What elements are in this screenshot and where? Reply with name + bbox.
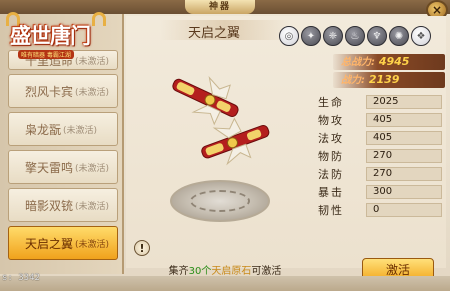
game-window: 神器 × 千里追命 (未激活) 烈风卡宾 (未激活) 枭龙翫 (未激活) 擎天雷…	[0, 0, 450, 291]
total-power: 总战力: 4945	[333, 54, 445, 70]
stat-row: 物防 270	[318, 148, 446, 164]
logo-subtitle: 唯有暗器 毒霸江湖	[18, 50, 74, 59]
dragon-icon[interactable]: ❈	[323, 26, 343, 46]
game-logo: 盛世唐门 唯有暗器 毒霸江湖	[4, 10, 110, 70]
list-item-status: (未激活)	[63, 125, 98, 136]
artifact-illustration	[160, 70, 310, 230]
fps-readout: s: 3342	[2, 273, 40, 283]
list-item-name: 天启之翼	[25, 236, 74, 251]
power: 战力: 2139	[333, 72, 445, 88]
total-power-value: 4945	[378, 55, 410, 68]
stat-label: 物防	[318, 150, 344, 163]
stat-value: 0	[366, 203, 442, 217]
bottom-bar	[0, 276, 450, 291]
list-item-3[interactable]: 擎天雷鸣 (未激活)	[8, 150, 118, 184]
mask-icon[interactable]: ❖	[411, 26, 431, 46]
list-item-name: 暗影双铳	[25, 198, 74, 213]
stat-label: 韧性	[318, 204, 344, 217]
info-button[interactable]: !	[134, 240, 150, 256]
close-icon: ×	[431, 3, 443, 17]
exclamation-icon: !	[139, 241, 145, 255]
list-item-status: (未激活)	[75, 239, 110, 250]
stat-row: 物攻 405	[318, 112, 446, 128]
list-item-status: (未激活)	[75, 87, 110, 98]
list-item-5-selected[interactable]: 天启之翼 (未激活)	[8, 226, 118, 260]
list-item-status: (未激活)	[75, 201, 110, 212]
power-label: 战力:	[341, 75, 365, 86]
skill-icon-row: ◎ ✦ ❈ ♨ ♆ ✺ ❖	[279, 26, 449, 50]
stat-value: 2025	[366, 95, 442, 109]
stat-label: 法防	[318, 168, 344, 181]
list-item-2[interactable]: 枭龙翫 (未激活)	[8, 112, 118, 146]
stat-value: 300	[366, 185, 442, 199]
list-item-1[interactable]: 烈风卡宾 (未激活)	[8, 74, 118, 108]
list-item-status: (未激活)	[75, 163, 110, 174]
total-power-label: 总战力:	[341, 57, 375, 68]
stat-value: 405	[366, 113, 442, 127]
list-item-name: 烈风卡宾	[25, 84, 74, 99]
wings-icon[interactable]: ♆	[367, 26, 387, 46]
star-burst-icon[interactable]: ✺	[389, 26, 409, 46]
winged-gun-icon	[172, 75, 270, 166]
list-item-name: 枭龙翫	[25, 122, 62, 137]
stat-label: 暴击	[318, 186, 344, 199]
stat-value: 270	[366, 167, 442, 181]
stat-value: 270	[366, 149, 442, 163]
stat-label: 法攻	[318, 132, 344, 145]
stat-row: 生命 2025	[318, 94, 446, 110]
list-item-name: 擎天雷鸣	[25, 160, 74, 175]
flame-icon[interactable]: ♨	[345, 26, 365, 46]
list-item-4[interactable]: 暗影双铳 (未激活)	[8, 188, 118, 222]
swirl-icon[interactable]: ◎	[279, 26, 299, 46]
claw-icon[interactable]: ✦	[301, 26, 321, 46]
logo-title: 盛世唐门	[10, 23, 91, 48]
stat-label: 生命	[318, 96, 344, 109]
power-value: 2139	[368, 73, 400, 86]
stat-value: 405	[366, 131, 442, 145]
stat-row: 韧性 0	[318, 202, 446, 218]
stat-row: 法防 270	[318, 166, 446, 182]
window-title: 神器	[185, 0, 255, 14]
stat-label: 物攻	[318, 114, 344, 127]
horn-right-icon	[92, 12, 106, 26]
pedestal-rune	[190, 190, 250, 212]
stat-row: 法攻 405	[318, 130, 446, 146]
artifact-name: 天启之翼	[188, 26, 241, 41]
stat-row: 暴击 300	[318, 184, 446, 200]
